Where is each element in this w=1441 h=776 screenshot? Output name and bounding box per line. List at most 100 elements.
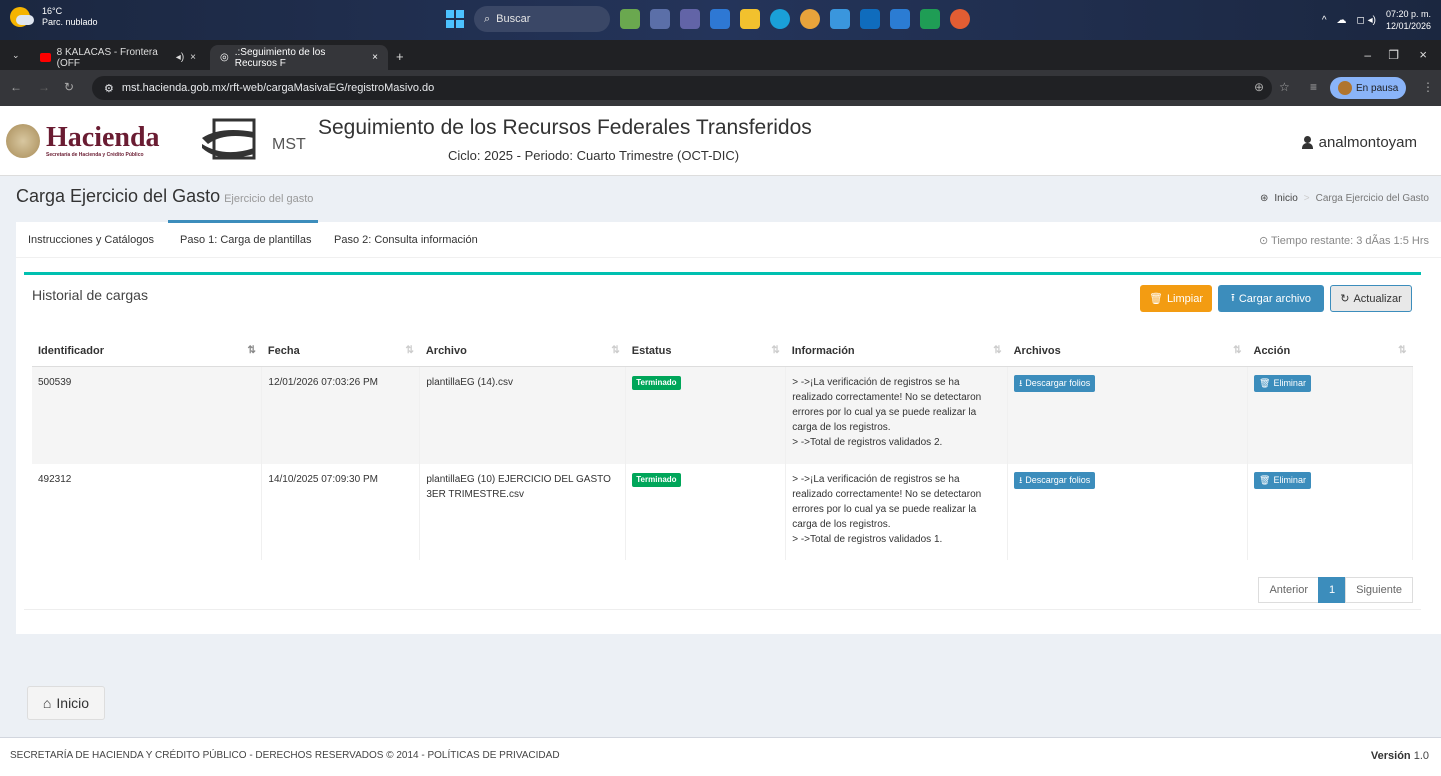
cloud-icon[interactable]: ☁ (1337, 15, 1347, 26)
home-button-label: Inicio (56, 695, 90, 711)
site-info-icon[interactable]: ⚙ (104, 82, 114, 95)
coat-of-arms-logo (6, 124, 40, 158)
tab-instrucciones[interactable]: Instrucciones y Catálogos (28, 234, 154, 246)
pagination-next[interactable]: Siguiente (1345, 577, 1413, 603)
upload-icon: ⭱ (1231, 292, 1235, 304)
cell-file: plantillaEG (14).csv (419, 366, 627, 464)
home-button[interactable]: ⌂ Inicio (27, 686, 105, 720)
column-header[interactable]: Archivos ⇅ (1007, 337, 1248, 367)
windows-start-icon[interactable] (446, 10, 464, 28)
column-header[interactable]: Información ⇅ (785, 337, 1008, 367)
table-row: 492312 14/10/2025 07:09:30 PM plantillaE… (32, 464, 1413, 560)
column-header[interactable]: Acción ⇅ (1247, 337, 1413, 367)
close-icon[interactable]: × (190, 52, 196, 63)
history-table: Identificador ⇅ Fecha ⇅ Archivo ⇅ Estatus ⇅ … (32, 337, 1413, 560)
browser-tab-youtube[interactable]: 8 KALACAS - Frontera (OFF ◂) × (30, 45, 206, 70)
sort-icon: ⇅ (405, 345, 414, 356)
delete-button[interactable]: 🗑 Eliminar (1254, 374, 1311, 392)
delete-button[interactable]: 🗑 Eliminar (1254, 472, 1311, 489)
time-remaining: ⊙ Tiempo restante: 3 dÃas 1:5 Hrs (1259, 234, 1429, 247)
tab-paso-2[interactable]: Paso 2: Consulta información (334, 234, 478, 246)
weather-desc: Parc. nublado (42, 17, 98, 27)
folder-icon[interactable] (740, 9, 760, 29)
taskbar-search[interactable]: ⌕ Buscar (474, 6, 610, 32)
teams-icon[interactable] (680, 9, 700, 29)
excel-icon[interactable] (920, 9, 940, 29)
refresh-button-label: Actualizar (1353, 292, 1402, 305)
chrome-icon[interactable] (950, 9, 970, 29)
cell-info: > ->¡La verificación de registros se ha … (785, 366, 1009, 464)
column-header[interactable]: Archivo ⇅ (419, 337, 626, 367)
bookmark-star-icon[interactable]: ☆ (1279, 80, 1290, 94)
cell-files: ⭳ Descargar folios (1007, 464, 1248, 560)
trash-icon: 🗑 (1259, 377, 1271, 388)
volume-icon[interactable]: ◻ ◂) (1357, 15, 1376, 26)
sort-icon: ⇅ (611, 345, 620, 356)
pagination-prev[interactable]: Anterior (1258, 577, 1319, 603)
breadcrumb-home[interactable]: Inicio (1274, 193, 1297, 204)
browser-tab-active[interactable]: ◎ .:Seguimiento de los Recursos F × (210, 45, 388, 70)
tab-title: .:Seguimiento de los Recursos F (234, 46, 326, 69)
user-menu[interactable]: analmontoyam (1301, 134, 1417, 151)
tab-list-icon[interactable]: ⌄ (12, 50, 20, 61)
upload-file-button[interactable]: ⭱ Cargar archivo (1218, 285, 1324, 312)
app-icon[interactable] (620, 9, 640, 29)
column-header[interactable]: Estatus ⇅ (625, 337, 786, 367)
zoom-icon[interactable]: ⊕ (1254, 80, 1264, 94)
taskbar-search-label: Buscar (496, 13, 531, 25)
hacienda-logo[interactable]: Hacienda Secretaría de Hacienda y Crédit… (46, 124, 160, 159)
windows-taskbar: 16°C Parc. nublado ⌕ Buscar ^ ☁ ◻ ◂) 07:… (0, 0, 1441, 40)
forward-icon[interactable]: → (38, 80, 50, 94)
pagination: Anterior 1 Siguiente (1258, 577, 1413, 603)
minimize-icon[interactable]: – (1364, 48, 1371, 62)
time-remaining-text: Tiempo restante: 3 dÃas 1:5 Hrs (1271, 235, 1429, 247)
user-icon (1301, 136, 1313, 149)
username: analmontoyam (1318, 134, 1417, 151)
reading-list-icon[interactable]: ≡ (1310, 80, 1317, 94)
app-icon[interactable] (650, 9, 670, 29)
word-icon[interactable] (890, 9, 910, 29)
cell-id: 500539 (32, 366, 263, 464)
trash-icon: 🗑 (1148, 293, 1163, 305)
footer: SECRETARÍA DE HACIENDA Y CRÉDITO PÚBLICO… (0, 737, 1441, 776)
system-subtitle: Ciclo: 2025 - Periodo: Cuarto Trimestre … (448, 148, 740, 163)
reload-icon[interactable]: ↻ (64, 80, 74, 94)
column-header[interactable]: Identificador ⇅ (32, 337, 262, 367)
edge-icon[interactable] (770, 9, 790, 29)
close-icon[interactable]: × (372, 52, 378, 63)
close-window-icon[interactable]: × (1419, 47, 1427, 62)
profile-button[interactable]: En pausa (1330, 77, 1407, 99)
back-icon[interactable]: ← (10, 80, 22, 94)
chrome-icon[interactable] (800, 9, 820, 29)
url-bar[interactable]: ⚙ mst.hacienda.gob.mx/rft-web/cargaMasiv… (92, 76, 1272, 100)
column-header[interactable]: Fecha ⇅ (261, 337, 420, 367)
home-icon: ⌂ (42, 695, 52, 711)
weather-icon (10, 7, 34, 27)
cell-date: 14/10/2025 07:09:30 PM (261, 464, 421, 560)
weather-widget[interactable]: 16°C Parc. nublado (10, 6, 98, 28)
tab-paso-1[interactable]: Paso 1: Carga de plantillas (167, 220, 319, 246)
footer-copyright: SECRETARÍA DE HACIENDA Y CRÉDITO PÚBLICO… (10, 750, 560, 761)
info-text: > ->¡La verificación de registros se ha … (792, 474, 982, 530)
page-title: Carga Ejercicio del Gasto Ejercicio del g… (16, 186, 313, 207)
chevron-up-icon[interactable]: ^ (1322, 15, 1327, 26)
pagination-page[interactable]: 1 (1318, 577, 1347, 603)
refresh-button[interactable]: ↻ Actualizar (1330, 285, 1412, 312)
globe-icon: ◎ (220, 52, 229, 63)
clear-button[interactable]: 🗑 Limpiar (1140, 285, 1212, 312)
page-subtitle: Ejercicio del gasto (224, 193, 314, 205)
app-icon[interactable] (830, 9, 850, 29)
download-folios-button[interactable]: ⭳ Descargar folios (1014, 374, 1096, 392)
calculator-icon[interactable] (860, 9, 880, 29)
youtube-icon (40, 53, 51, 62)
menu-dots-icon[interactable]: ⋮ (1422, 80, 1434, 94)
audio-icon[interactable]: ◂) (176, 52, 184, 63)
restore-icon[interactable]: ❐ (1388, 48, 1399, 62)
version-number: 1.0 (1413, 750, 1429, 762)
download-folios-button[interactable]: ⭳ Descargar folios (1014, 472, 1096, 489)
app-icon[interactable] (710, 9, 730, 29)
new-tab-icon[interactable]: + (396, 49, 404, 64)
status-badge: Terminado (632, 473, 681, 487)
browser-toolbar: ← → ↻ ⚙ mst.hacienda.gob.mx/rft-web/carg… (0, 70, 1441, 106)
clock[interactable]: 07:20 p. m. 12/01/2026 (1386, 8, 1431, 32)
